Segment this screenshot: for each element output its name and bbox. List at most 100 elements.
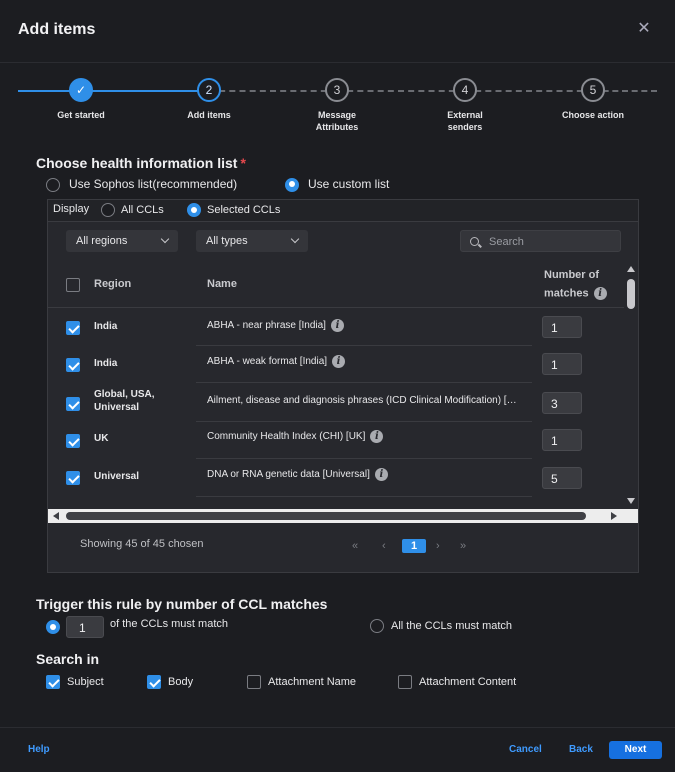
count-match-option[interactable]: 1 of the CCLs must match [46, 616, 228, 638]
step-get-started[interactable]: ✓ Get started [21, 78, 141, 121]
attachment-content-option[interactable]: Attachment Content [398, 675, 516, 689]
scroll-up-icon[interactable] [627, 266, 635, 272]
vertical-scrollbar[interactable] [624, 261, 638, 509]
all-ccls-radio[interactable] [101, 203, 115, 217]
horizontal-scroll-thumb[interactable] [66, 512, 586, 520]
step-number: 2 [197, 78, 221, 102]
wizard-stepper: ✓ Get started 2 Add items 3 Message Attr… [0, 78, 675, 138]
body-checkbox[interactable] [147, 675, 161, 689]
count-match-label: of the CCLs must match [110, 618, 228, 630]
scroll-right-icon[interactable] [611, 512, 617, 520]
last-page-button[interactable]: » [460, 540, 466, 552]
body-label: Body [168, 675, 194, 688]
attachment-content-checkbox[interactable] [398, 675, 412, 689]
sophos-list-label: Use Sophos list(recommended) [69, 177, 238, 191]
table-row[interactable]: Global, USA, Universal Ailment, disease … [48, 382, 624, 420]
first-page-button[interactable]: « [352, 540, 358, 552]
header-divider [0, 62, 675, 63]
selection-summary: Showing 45 of 45 chosen [80, 538, 204, 550]
row-checkbox[interactable] [66, 397, 80, 411]
select-all-checkbox[interactable] [66, 278, 80, 292]
custom-list-option[interactable]: Use custom list [285, 177, 389, 192]
step-external-senders[interactable]: 4 External senders [405, 78, 525, 133]
table-row[interactable]: Universal DNA or RNA genetic data [Unive… [48, 458, 624, 496]
search-input[interactable] [489, 234, 614, 249]
add-items-dialog: Add items ✕ ✓ Get started 2 Add items 3 … [0, 0, 675, 772]
step-message-attributes[interactable]: 3 Message Attributes [277, 78, 397, 133]
attachment-name-option[interactable]: Attachment Name [247, 675, 356, 689]
row-divider [196, 382, 532, 383]
next-page-button[interactable]: › [436, 540, 440, 552]
current-page-button[interactable]: 1 [402, 539, 426, 553]
table-row[interactable]: India ABHA - near phrase [India] i 1 [48, 308, 624, 346]
info-icon[interactable]: i [593, 287, 607, 300]
sophos-list-option[interactable]: Use Sophos list(recommended) [46, 177, 237, 192]
info-icon[interactable]: i [332, 355, 346, 368]
row-name-text: ABHA - near phrase [India] [207, 320, 326, 332]
search-in-heading: Search in [36, 651, 100, 667]
close-icon[interactable]: ✕ [636, 21, 652, 37]
step-choose-action[interactable]: 5 Choose action [533, 78, 653, 121]
ccl-count-input[interactable]: 1 [66, 616, 104, 638]
ccl-panel: Display All CCLs Selected CCLs All regio… [47, 199, 639, 573]
info-icon[interactable]: i [370, 430, 384, 443]
horizontal-scrollbar[interactable] [48, 509, 638, 523]
previous-page-button[interactable]: ‹ [382, 540, 386, 552]
cancel-button[interactable]: Cancel [509, 744, 542, 755]
row-name: ABHA - near phrase [India] i [207, 319, 344, 332]
scroll-down-icon[interactable] [627, 498, 635, 504]
back-button[interactable]: Back [569, 744, 593, 755]
matches-column-header[interactable]: Number of [544, 269, 599, 281]
vertical-scroll-thumb[interactable] [627, 279, 635, 309]
matches-input[interactable]: 1 [542, 429, 582, 451]
all-ccls-option[interactable]: All CCLs [101, 203, 164, 217]
matches-column-header-line2: matches i [544, 287, 607, 300]
row-region: Universal [94, 471, 140, 482]
name-column-header[interactable]: Name [207, 278, 237, 290]
row-name: ABHA - weak format [India] i [207, 355, 346, 368]
table-row[interactable]: UK Community Health Index (CHI) [UK] i 1 [48, 421, 624, 459]
required-marker: * [240, 155, 246, 171]
scroll-left-icon[interactable] [53, 512, 59, 520]
selected-ccls-option[interactable]: Selected CCLs [187, 203, 280, 217]
matches-input[interactable]: 1 [542, 316, 582, 338]
all-match-radio[interactable] [370, 619, 384, 633]
row-name-text: Community Health Index (CHI) [UK] [207, 431, 366, 443]
row-name-text: ABHA - weak format [India] [207, 356, 328, 368]
row-checkbox[interactable] [66, 434, 80, 448]
ccl-table: Region Name Number of matches i India ABH… [48, 261, 624, 511]
step-add-items[interactable]: 2 Add items [149, 78, 269, 121]
region-column-header[interactable]: Region [94, 278, 131, 290]
chevron-down-icon [290, 234, 300, 244]
matches-input[interactable]: 3 [542, 392, 582, 414]
subject-checkbox[interactable] [46, 675, 60, 689]
row-name: Community Health Index (CHI) [UK] i [207, 430, 384, 443]
next-button[interactable]: Next [609, 741, 662, 759]
types-dropdown[interactable]: All types [196, 230, 308, 252]
table-row[interactable]: India ABHA - weak format [India] i 1 [48, 345, 624, 383]
display-row: Display All CCLs Selected CCLs [48, 200, 638, 222]
count-match-radio[interactable] [46, 620, 60, 634]
matches-input[interactable]: 1 [542, 353, 582, 375]
selected-ccls-radio[interactable] [187, 203, 201, 217]
matches-input[interactable]: 5 [542, 467, 582, 489]
body-option[interactable]: Body [147, 675, 193, 689]
row-checkbox[interactable] [66, 321, 80, 335]
row-region: India [94, 358, 118, 369]
check-icon: ✓ [69, 78, 93, 102]
all-match-option[interactable]: All the CCLs must match [370, 619, 512, 633]
row-checkbox[interactable] [66, 471, 80, 485]
attachment-name-checkbox[interactable] [247, 675, 261, 689]
regions-dropdown[interactable]: All regions [66, 230, 178, 252]
attachment-content-label: Attachment Content [419, 675, 517, 688]
info-icon[interactable]: i [374, 468, 388, 481]
custom-list-radio[interactable] [285, 177, 299, 192]
all-match-label: All the CCLs must match [391, 619, 513, 632]
help-link[interactable]: Help [28, 744, 50, 755]
display-label: Display [53, 203, 90, 215]
row-checkbox[interactable] [66, 358, 80, 372]
info-icon[interactable]: i [330, 319, 344, 332]
sophos-list-radio[interactable] [46, 177, 60, 192]
subject-option[interactable]: Subject [46, 675, 104, 689]
search-box[interactable] [460, 230, 621, 252]
